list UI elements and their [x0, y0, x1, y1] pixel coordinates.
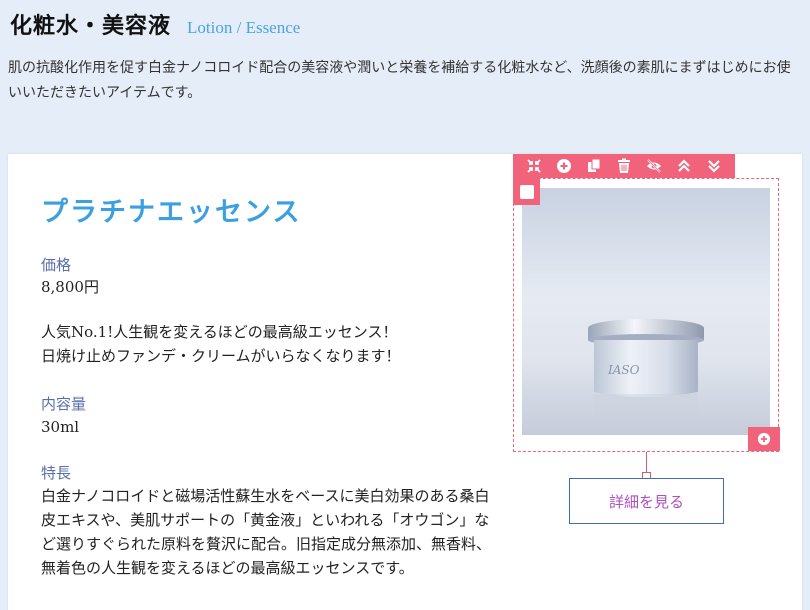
add-block-below-icon[interactable] [748, 427, 780, 451]
product-name: プラチナエッセンス [41, 197, 302, 228]
move-down-icon[interactable] [703, 156, 725, 176]
product-card: プラチナエッセンス 価格 8,800円 人気No.1!人生観を変えるほどの最高級… [8, 154, 802, 610]
section-subtitle: Lotion / Essence [187, 18, 301, 37]
volume-value: 30ml [41, 418, 80, 436]
shrink-icon[interactable] [523, 156, 545, 176]
feature-text: 白金ナノコロイドと磁場活性蘇生水をベースに美白効果のある桑白皮エキスや、美肌サポ… [41, 487, 492, 577]
catch-line-1: 人気No.1!人生観を変えるほどの最高級エッセンス！ [41, 323, 398, 341]
copy-icon[interactable] [583, 156, 605, 176]
section-header: 化粧水・美容液 Lotion / Essence [10, 8, 300, 40]
section-title: 化粧水・美容液 [10, 13, 172, 39]
image-select-checkbox[interactable] [513, 178, 540, 205]
catch-line-2: 日焼け止めファンデ・クリームがいらなくなります！ [41, 347, 401, 365]
price-value: 8,800円 [41, 278, 99, 296]
trash-icon[interactable] [613, 156, 635, 176]
volume-label: 内容量 [41, 395, 87, 413]
jar-brand: IASO [607, 363, 640, 377]
move-up-icon[interactable] [673, 156, 695, 176]
feature-label: 特長 [41, 464, 72, 482]
section-description: 肌の抗酸化作用を促す白金ナノコロイド配合の美容液や潤いと栄養を補給する化粧水など… [8, 60, 791, 101]
connector-line [646, 452, 647, 474]
price-label: 価格 [41, 256, 72, 274]
add-circle-icon[interactable] [553, 156, 575, 176]
block-toolbar [513, 154, 735, 178]
detail-button[interactable]: 詳細を見る [569, 478, 724, 524]
hide-icon[interactable] [643, 156, 665, 176]
product-image: IASO [522, 188, 770, 435]
